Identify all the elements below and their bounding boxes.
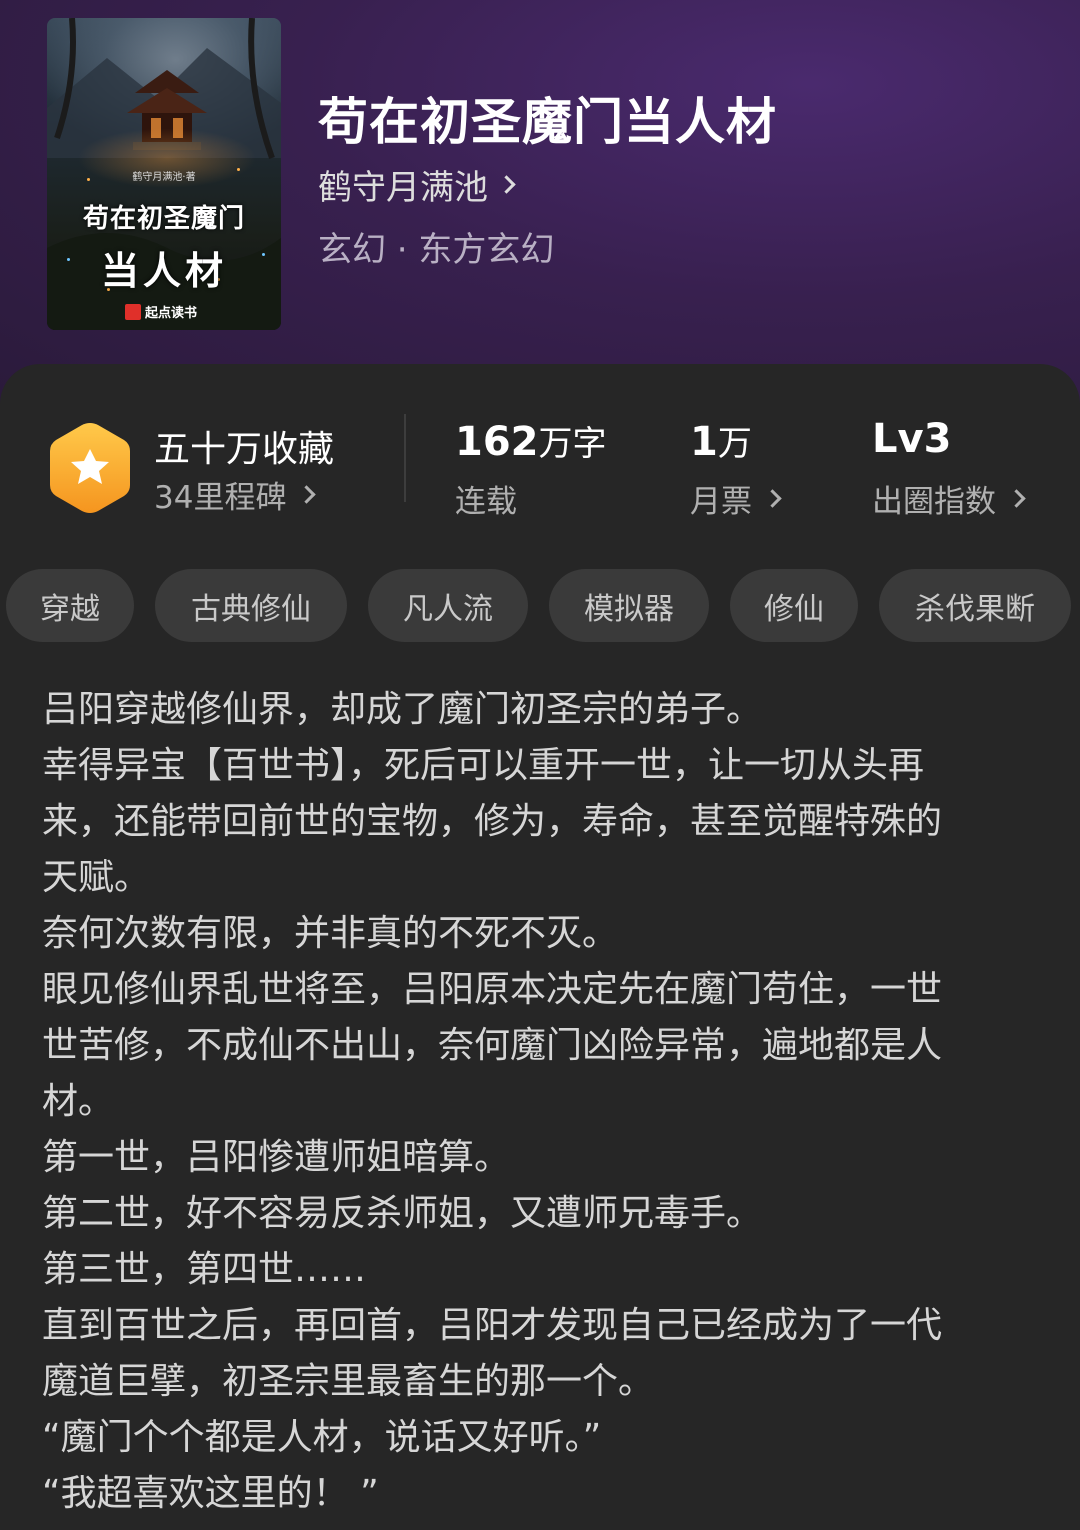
monthly-tickets: 1万	[690, 416, 752, 465]
tag-chip[interactable]: 古典修仙	[155, 569, 347, 642]
book-genre[interactable]: 玄幻 · 东方玄幻	[318, 222, 554, 271]
monthly-tickets-label: 月票	[690, 484, 752, 520]
synopsis-line: “魔门个个都是人材，说话又好听。”	[42, 1417, 602, 1458]
book-cover[interactable]: 鹤守月满池·著 苟在初圣魔门 当人材 起点读书	[47, 18, 281, 330]
word-count-unit: 万字	[538, 424, 607, 464]
word-count-value: 162	[455, 419, 539, 465]
book-title: 苟在初圣魔门当人材	[318, 92, 777, 151]
tag-chip[interactable]: 穿越	[6, 569, 134, 642]
synopsis-line: 第二世，好不容易反杀师姐，又遭师兄毒手。	[42, 1193, 763, 1234]
tag-chip[interactable]: 模拟器	[549, 569, 709, 642]
synopsis-line: 眼见修仙界乱世将至，吕阳原本决定先在魔门苟住，一世	[42, 969, 943, 1010]
synopsis-line: 第三世，第四世……	[42, 1249, 367, 1290]
synopsis-line: 吕阳穿越修仙界，却成了魔门初圣宗的弟子。	[42, 689, 763, 730]
author-link[interactable]: 鹤守月满池	[318, 160, 516, 209]
synopsis-line: 世苦修，不成仙不出山，奈何魔门凶险异常，遍地都是人	[42, 1025, 943, 1066]
synopsis-line: 奈何次数有限，并非真的不死不灭。	[42, 913, 619, 954]
popularity-level: Lv3	[872, 416, 952, 462]
synopsis-line: 天赋。	[42, 857, 151, 898]
monthly-tickets-link[interactable]: 月票	[690, 476, 782, 521]
synopsis-line: 魔道巨擘，初圣宗里最畜生的那一个。	[42, 1361, 655, 1402]
cover-author: 鹤守月满池·著	[132, 172, 196, 183]
collection-star-badge-icon	[50, 423, 130, 513]
publisher-logo-icon	[125, 303, 141, 320]
popularity-index-label: 出圈指数	[872, 484, 996, 520]
cover-title-line1: 苟在初圣魔门	[82, 204, 245, 234]
collection-count: 五十万收藏	[154, 429, 335, 470]
chevron-right-icon	[763, 489, 782, 508]
word-count: 162万字	[455, 416, 607, 465]
synopsis-line: 直到百世之后，再回首，吕阳才发现自己已经成为了一代	[42, 1305, 943, 1346]
tag-chip[interactable]: 凡人流	[368, 569, 528, 642]
publisher-name: 起点读书	[145, 306, 198, 321]
synopsis-line: “我超喜欢这里的！ ”	[42, 1473, 379, 1514]
tag-chip[interactable]: 杀伐果断	[879, 569, 1071, 642]
synopsis-line: 第一世，吕阳惨遭师姐暗算。	[42, 1137, 511, 1178]
chevron-right-icon	[1007, 489, 1026, 508]
monthly-tickets-value: 1	[690, 419, 718, 465]
milestone-label: 34里程碑	[154, 480, 287, 516]
synopsis-line: 幸得异宝【百世书】，死后可以重开一世，让一切从头再	[42, 745, 925, 786]
cover-title-line2: 当人材	[100, 248, 227, 293]
author-name: 鹤守月满池	[318, 168, 488, 208]
synopsis-line: 材。	[42, 1081, 115, 1122]
book-synopsis[interactable]: 吕阳穿越修仙界，却成了魔门初圣宗的弟子。 幸得异宝【百世书】，死后可以重开一世，…	[42, 682, 1042, 1522]
serial-status: 连载	[455, 484, 517, 520]
cover-publisher: 起点读书	[125, 302, 197, 321]
tag-chip[interactable]: 修仙	[730, 569, 858, 642]
milestone-link[interactable]: 34里程碑	[154, 472, 317, 517]
synopsis-line: 来，还能带回前世的宝物，修为，寿命，甚至觉醒特殊的	[42, 801, 943, 842]
chevron-right-icon	[497, 175, 516, 194]
stats-divider	[404, 414, 406, 502]
chevron-right-icon	[297, 485, 317, 504]
popularity-index-link[interactable]: 出圈指数	[872, 476, 1026, 521]
monthly-tickets-unit: 万	[717, 424, 752, 464]
